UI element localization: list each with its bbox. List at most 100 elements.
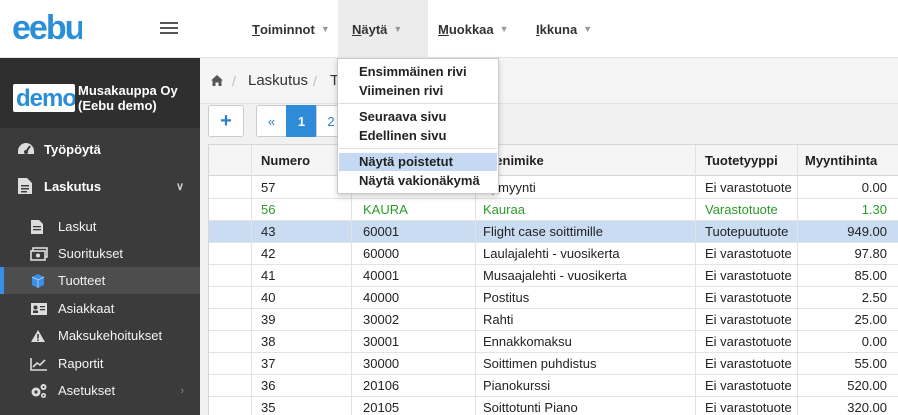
menu-divider [339, 148, 497, 149]
cell-numero: 38 [261, 334, 276, 349]
demo-logo-icon: demo [16, 85, 77, 112]
table-row[interactable]: 57 rrymyynti Ei varastotuote 0.00 [209, 177, 898, 199]
eebu-logo-icon[interactable]: eebu [12, 10, 82, 46]
menu-item-first-row[interactable]: Ensimmäinen rivi [339, 63, 497, 81]
cell-numero: 56 [261, 202, 276, 217]
sidebar-item-maksukehoitukset[interactable]: Maksukehoitukset [0, 322, 200, 349]
breadcrumb-item-laskutus[interactable]: Laskutus [248, 72, 308, 89]
cell-myyntihinta: 25.00 [854, 312, 887, 327]
table-row[interactable]: 37 30000 Soittimen puhdistus Ei varastotuot… [209, 353, 898, 375]
cell-tuotetyyppi: Ei varastotuote [705, 290, 792, 305]
cell-tuotenimike: Pianokurssi [483, 378, 551, 393]
cell-numero: 42 [261, 246, 276, 261]
cell-myyntihinta: 1.30 [861, 202, 887, 217]
cell-tuotenimike: Kauraa [483, 202, 525, 217]
cell-myyntihinta: 55.00 [854, 356, 887, 371]
table-row[interactable]: 39 30002 Rahti Ei varastotuote 25.00 [209, 309, 898, 331]
company-panel[interactable]: demo Musakauppa Oy (Eebu demo) [0, 58, 200, 128]
cell-code: 20105 [363, 400, 400, 415]
column-header-numero[interactable]: Numero [261, 153, 310, 168]
sidebar-item-suoritukset[interactable]: Suoritukset [0, 240, 200, 267]
add-button[interactable]: + [208, 105, 244, 137]
sidebar-item-tuotteet[interactable]: Tuotteet [0, 267, 200, 294]
cell-code: 40001 [363, 268, 400, 283]
menu-item-next-page[interactable]: Seuraava sivu [339, 108, 497, 126]
cell-myyntihinta: 0.00 [861, 180, 887, 195]
menu-muokkaa[interactable]: Muokkaa ▼ [424, 0, 523, 58]
chevron-down-icon: ∨ [175, 180, 184, 193]
cell-myyntihinta: 520.00 [847, 378, 887, 393]
invoice-icon [18, 178, 32, 194]
cell-numero: 41 [261, 268, 276, 283]
money-icon [30, 246, 48, 261]
products-table: Numero otenimike Tuotetyyppi Myyntihinta… [208, 144, 898, 415]
column-header-tuotetyyppi[interactable]: Tuotetyyppi [705, 153, 778, 168]
menu-toiminnot[interactable]: Toiminnot ▼ [238, 0, 344, 58]
breadcrumb-separator: / [232, 72, 236, 89]
cell-tuotenimike: Ennakkomaksu [483, 334, 572, 349]
menu-item-last-row[interactable]: Viimeinen rivi [339, 82, 497, 100]
toolbar: + « 1 2 [200, 104, 898, 144]
menu-item-default-view[interactable]: Näytä vakionäkymä [339, 172, 497, 190]
cell-myyntihinta: 0.00 [861, 334, 887, 349]
breadcrumb: / Laskutus / T [200, 58, 898, 104]
pager-page-1[interactable]: 1 [286, 105, 317, 137]
cell-myyntihinta: 97.80 [854, 246, 887, 261]
chevron-down-icon: ▼ [583, 24, 593, 34]
table-row[interactable]: 42 60000 Laulajalehti - vuosikerta Ei varas… [209, 243, 898, 265]
company-name: Musakauppa Oy (Eebu demo) [78, 83, 178, 113]
sidebar-item-asetukset[interactable]: Asetukset › [0, 377, 200, 404]
top-header: eebu Toiminnot ▼ Näytä ▼ Muokkaa ▼ Ikkun… [0, 0, 898, 58]
cell-code: 30001 [363, 334, 400, 349]
pager-first-button[interactable]: « [256, 105, 287, 137]
menu-nayta[interactable]: Näytä ▼ [338, 0, 428, 58]
nayta-dropdown-menu: Ensimmäinen rivi Viimeinen rivi Seuraava… [337, 58, 499, 194]
sidebar-item-tyopoyta[interactable]: Työpöytä [0, 131, 200, 167]
cell-tuotetyyppi: Ei varastotuote [705, 356, 792, 371]
cell-tuotetyyppi: Ei varastotuote [705, 400, 792, 415]
cell-myyntihinta: 320.00 [847, 400, 887, 415]
cell-tuotenimike: Soittimen puhdistus [483, 356, 597, 371]
table-row[interactable]: 43 60001 Flight case soittimille Tuotepuutu… [209, 221, 898, 243]
sidebar-item-laskut[interactable]: Laskut [0, 213, 200, 240]
dashboard-icon [18, 143, 34, 154]
sidebar-item-asiakkaat[interactable]: Asiakkaat [0, 295, 200, 322]
cell-tuotenimike: Soittotunti Piano [483, 400, 578, 415]
cell-numero: 57 [261, 180, 276, 195]
table-row[interactable]: 56 KAURA Kauraa Varastotuote 1.30 [209, 199, 898, 221]
column-header-myyntihinta[interactable]: Myyntihinta [805, 153, 877, 168]
cell-code: 20106 [363, 378, 400, 393]
cell-tuotenimike: Flight case soittimille [483, 224, 603, 239]
table-row[interactable]: 41 40001 Musaajalehti - vuosikerta Ei varas… [209, 265, 898, 287]
chevron-down-icon: ▼ [393, 24, 403, 34]
cell-code: 30002 [363, 312, 400, 327]
document-icon [31, 219, 43, 234]
box-icon [31, 273, 45, 288]
menu-item-previous-page[interactable]: Edellinen sivu [339, 127, 497, 145]
cell-tuotetyyppi: Ei varastotuote [705, 246, 792, 261]
cell-tuotenimike: Laulajalehti - vuosikerta [483, 246, 620, 261]
hamburger-menu-icon[interactable] [160, 22, 178, 36]
cell-code: 40000 [363, 290, 400, 305]
cell-numero: 43 [261, 224, 276, 239]
cell-tuotenimike: Musaajalehti - vuosikerta [483, 268, 627, 283]
sidebar-item-raportit[interactable]: Raportit [0, 350, 200, 377]
cell-code: 60000 [363, 246, 400, 261]
breadcrumb-separator: / [313, 72, 317, 89]
table-row[interactable]: 40 40000 Postitus Ei varastotuote 2.50 [209, 287, 898, 309]
sidebar-item-laskutus[interactable]: Laskutus ∨ [0, 168, 200, 204]
cell-myyntihinta: 949.00 [847, 224, 887, 239]
cell-tuotenimike: Rahti [483, 312, 514, 327]
cell-tuotetyyppi: Ei varastotuote [705, 378, 792, 393]
warning-icon [31, 329, 45, 342]
cell-tuotetyyppi: Ei varastotuote [705, 268, 792, 283]
home-icon[interactable] [210, 74, 224, 87]
table-row[interactable]: 35 20105 Soittotunti Piano Ei varastotuote 3… [209, 397, 898, 415]
cell-tuotetyyppi: Varastotuote [705, 202, 778, 217]
cell-tuotetyyppi: Ei varastotuote [705, 180, 792, 195]
menu-item-show-deleted[interactable]: Näytä poistetut [339, 153, 497, 171]
menu-ikkuna[interactable]: Ikkuna ▼ [522, 0, 606, 58]
cell-tuotenimike: Postitus [483, 290, 530, 305]
table-row[interactable]: 36 20106 Pianokurssi Ei varastotuote 520.00 [209, 375, 898, 397]
table-row[interactable]: 38 30001 Ennakkomaksu Ei varastotuote 0.00 [209, 331, 898, 353]
